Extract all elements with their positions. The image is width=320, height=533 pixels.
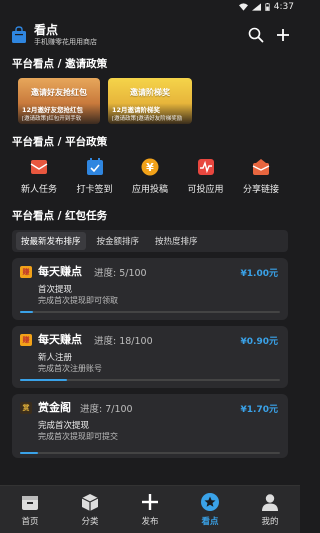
action-label: 应用投稿 [131, 185, 168, 195]
task-desc: 完成首次提现即可领取 [38, 296, 118, 305]
task-name: 赏金阁 [38, 401, 71, 414]
status-bar: 4:37 [0, 0, 300, 14]
action-label: 可投应用 [187, 185, 224, 195]
sort-bar: 按最新发布排序 按金额排序 按热度排序 [12, 230, 288, 252]
home-box-icon [22, 496, 38, 510]
brand: 看点 手机赚零花用用商店 [34, 23, 97, 46]
add-icon[interactable] [276, 28, 290, 42]
task-reward: ¥1.00元 [240, 269, 278, 279]
tab-kandian[interactable]: 看点 [185, 492, 235, 527]
bottom-tab-bar: 首页 分类 发布 看点 我的 [0, 485, 300, 533]
search-icon[interactable] [248, 27, 264, 43]
banner-subtitle: [邀请政策]邀请好友阶梯奖励 [112, 116, 183, 122]
status-time: 4:37 [273, 2, 294, 12]
task-name: 每天赚点 [38, 265, 82, 278]
tab-label: 看点 [201, 517, 219, 527]
task-card[interactable]: 赚 每天赚点 进度: 5/100 ¥1.00元 首次提现 完成首次提现即可领取 [12, 258, 288, 320]
section-title-platform: 平台看点 / 平台政策 [12, 136, 108, 148]
banner-title: 12月邀好友您抢红包 [22, 106, 84, 114]
task-app-icon: 赏 [20, 402, 32, 414]
action-checkin[interactable]: 打卡签到 [70, 158, 120, 204]
tab-label: 首页 [21, 517, 39, 527]
sort-by-newest[interactable]: 按最新发布排序 [16, 232, 86, 250]
tab-category[interactable]: 分类 [65, 492, 115, 527]
section-title-invite: 平台看点 / 邀请政策 [12, 58, 108, 70]
tab-label: 我的 [261, 517, 279, 527]
task-progress-text: 进度: 18/100 [94, 336, 153, 347]
banner-art-text: 邀请好友抢红包 [31, 87, 87, 97]
task-step: 完成首次提现 [38, 421, 90, 431]
task-progress-track [20, 452, 280, 454]
action-newbie-tasks[interactable]: 新人任务 [14, 158, 64, 204]
action-share-link[interactable]: 分享链接 [236, 158, 286, 204]
task-app-icon: 赚 [20, 334, 32, 346]
task-step: 新人注册 [38, 353, 73, 363]
task-app-icon: 赚 [20, 266, 32, 278]
task-progress-fill [20, 452, 39, 454]
tab-mine[interactable]: 我的 [245, 492, 295, 527]
invite-banners: 邀请好友抢红包 12月邀好友您抢红包 [邀请政策]红包开到手软 邀请阶梯奖 12… [0, 78, 300, 126]
tab-publish[interactable]: 发布 [125, 492, 175, 527]
banner-title: 12月邀请阶梯奖 [112, 106, 161, 114]
star-badge-icon [201, 493, 219, 511]
action-available-apps[interactable]: 可投应用 [181, 158, 231, 204]
task-desc: 完成首次提现即可提交 [38, 432, 118, 441]
pulse-icon [197, 159, 214, 175]
task-progress-text: 进度: 5/100 [94, 268, 147, 279]
task-progress-track [20, 311, 280, 313]
battery-icon [265, 3, 270, 11]
tab-label: 分类 [81, 517, 99, 527]
calendar-check-icon [86, 158, 103, 175]
task-name: 每天赚点 [38, 333, 82, 346]
tab-home[interactable]: 首页 [5, 492, 55, 527]
yen-coin-icon: ¥ [141, 158, 159, 176]
svg-text:¥: ¥ [146, 161, 154, 174]
app-header: 看点 手机赚零花用用商店 [0, 14, 300, 56]
app-name: 看点 [34, 23, 59, 38]
shopping-bag-logo-icon [12, 26, 26, 43]
task-progress-text: 进度: 7/100 [80, 404, 133, 415]
task-card[interactable]: 赏 赏金阁 进度: 7/100 ¥1.70元 完成首次提现 完成首次提现即可提交 [12, 394, 288, 458]
app-slogan: 手机赚零花用用商店 [34, 37, 97, 46]
action-label: 分享链接 [242, 185, 279, 195]
action-label: 新人任务 [20, 185, 57, 195]
person-icon [262, 494, 278, 511]
task-progress-track [20, 379, 280, 381]
section-title-redpack: 平台看点 / 红包任务 [12, 210, 108, 222]
sort-by-hotness[interactable]: 按热度排序 [150, 232, 203, 250]
wifi-icon [238, 3, 248, 11]
task-progress-fill [20, 311, 33, 313]
banner-invite-redpack[interactable]: 邀请好友抢红包 12月邀好友您抢红包 [邀请政策]红包开到手软 [18, 78, 100, 124]
task-card[interactable]: 赚 每天赚点 进度: 18/100 ¥0.90元 新人注册 完成首次注册账号 [12, 326, 288, 388]
quick-actions: 新人任务 打卡签到 ¥ 应用投稿 可投应用 分享链接 [0, 158, 300, 204]
plus-icon [142, 494, 158, 510]
tab-label: 发布 [141, 517, 159, 527]
signal-icon [251, 3, 261, 11]
share-envelope-icon [252, 159, 270, 175]
task-reward: ¥1.70元 [240, 405, 278, 415]
banner-invite-ladder[interactable]: 邀请阶梯奖 12月邀请阶梯奖 [邀请政策]邀请好友阶梯奖励 [108, 78, 192, 124]
task-step: 首次提现 [38, 285, 73, 295]
header-actions [248, 27, 290, 43]
sort-by-amount[interactable]: 按金额排序 [92, 232, 145, 250]
banner-art-text: 邀请阶梯奖 [130, 87, 170, 97]
banner-subtitle: [邀请政策]红包开到手软 [22, 116, 82, 122]
action-label: 打卡签到 [76, 185, 113, 195]
cube-icon [81, 494, 99, 511]
gift-icon [30, 160, 48, 174]
task-desc: 完成首次注册账号 [38, 364, 102, 373]
action-app-submit[interactable]: ¥ 应用投稿 [125, 158, 175, 204]
task-progress-fill [20, 379, 67, 381]
task-reward: ¥0.90元 [240, 337, 278, 347]
